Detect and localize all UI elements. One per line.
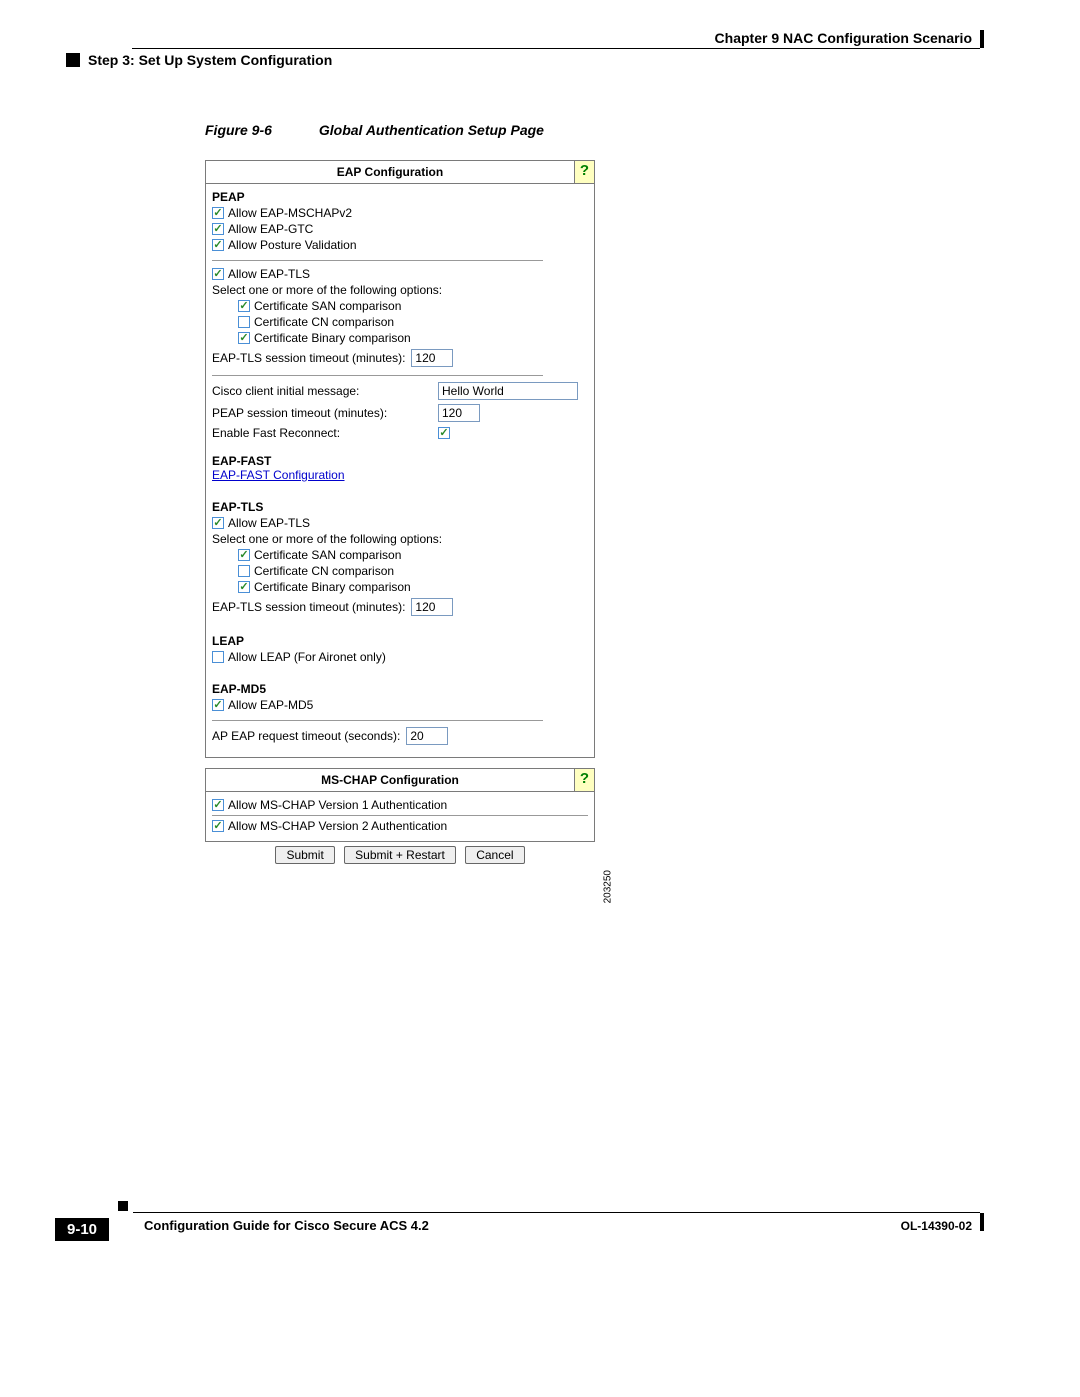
allow-mschapv2-label: Allow EAP-MSCHAPv2 xyxy=(228,206,352,220)
leap-allow-label: Allow LEAP (For Aironet only) xyxy=(228,650,386,664)
step-bullet xyxy=(66,53,80,67)
cisco-msg-input[interactable] xyxy=(438,382,578,400)
leap-allow-checkbox[interactable] xyxy=(212,651,224,663)
eaptls-cert-san-label: Certificate SAN comparison xyxy=(254,548,401,562)
eaptls-cert-bin-checkbox[interactable] xyxy=(238,581,250,593)
eaptls-cert-cn-checkbox[interactable] xyxy=(238,565,250,577)
page-number: 9-10 xyxy=(55,1218,109,1241)
action-button-row: Submit Submit + Restart Cancel xyxy=(205,846,595,864)
header-end-bar xyxy=(980,30,984,48)
peap-tls-select-hint: Select one or more of the following opti… xyxy=(212,283,588,297)
footer-end-bar xyxy=(980,1213,984,1231)
allow-gtc-label: Allow EAP-GTC xyxy=(228,222,313,236)
divider xyxy=(212,375,543,376)
peap-heading: PEAP xyxy=(212,190,588,204)
allow-posture-label: Allow Posture Validation xyxy=(228,238,357,252)
allow-posture-checkbox[interactable] xyxy=(212,239,224,251)
peap-tls-timeout-input[interactable] xyxy=(411,349,453,367)
peap-timeout-label: PEAP session timeout (minutes): xyxy=(212,406,432,420)
mschap-v2-checkbox[interactable] xyxy=(212,820,224,832)
chapter-title: Chapter 9 NAC Configuration Scenario xyxy=(715,30,972,46)
step-title: Step 3: Set Up System Configuration xyxy=(88,52,332,68)
eaptls-cert-bin-label: Certificate Binary comparison xyxy=(254,580,411,594)
eapfast-heading: EAP-FAST xyxy=(212,454,588,468)
peap-cert-cn-label: Certificate CN comparison xyxy=(254,315,394,329)
divider xyxy=(212,815,588,816)
fast-reconnect-label: Enable Fast Reconnect: xyxy=(212,426,432,440)
eapfast-config-link[interactable]: EAP-FAST Configuration xyxy=(212,468,345,482)
cisco-msg-label: Cisco client initial message: xyxy=(212,384,432,398)
peap-cert-san-checkbox[interactable] xyxy=(238,300,250,312)
mschap-panel-title: MS-CHAP Configuration xyxy=(206,769,574,791)
eaptls-allow-label: Allow EAP-TLS xyxy=(228,516,310,530)
peap-allow-eaptls-checkbox[interactable] xyxy=(212,268,224,280)
eap-panel-title: EAP Configuration xyxy=(206,161,574,183)
mschap-v1-label: Allow MS-CHAP Version 1 Authentication xyxy=(228,798,447,812)
fast-reconnect-checkbox[interactable] xyxy=(438,427,450,439)
peap-tls-timeout-label: EAP-TLS session timeout (minutes): xyxy=(212,351,405,365)
eapmd5-heading: EAP-MD5 xyxy=(212,682,588,696)
mschap-config-panel: MS-CHAP Configuration ? Allow MS-CHAP Ve… xyxy=(205,768,595,842)
eaptls-cert-cn-label: Certificate CN comparison xyxy=(254,564,394,578)
footer-bullet xyxy=(118,1201,128,1211)
eaptls-timeout-input[interactable] xyxy=(411,598,453,616)
figure-caption: Global Authentication Setup Page xyxy=(319,122,544,138)
mschap-v2-label: Allow MS-CHAP Version 2 Authentication xyxy=(228,819,447,833)
peap-timeout-input[interactable] xyxy=(438,404,480,422)
submit-restart-button[interactable]: Submit + Restart xyxy=(344,846,456,864)
peap-cert-san-label: Certificate SAN comparison xyxy=(254,299,401,313)
peap-cert-bin-checkbox[interactable] xyxy=(238,332,250,344)
peap-cert-bin-label: Certificate Binary comparison xyxy=(254,331,411,345)
eaptls-cert-san-checkbox[interactable] xyxy=(238,549,250,561)
header-rule xyxy=(132,48,980,49)
leap-heading: LEAP xyxy=(212,634,588,648)
help-icon[interactable]: ? xyxy=(574,769,594,791)
eaptls-heading: EAP-TLS xyxy=(212,500,588,514)
footer-rule xyxy=(133,1212,980,1213)
figure-label: Figure 9-6 xyxy=(205,122,315,138)
eapmd5-allow-label: Allow EAP-MD5 xyxy=(228,698,313,712)
footer-guide-title: Configuration Guide for Cisco Secure ACS… xyxy=(144,1218,429,1233)
ap-timeout-label: AP EAP request timeout (seconds): xyxy=(212,729,400,743)
eap-config-panel: EAP Configuration ? PEAP Allow EAP-MSCHA… xyxy=(205,160,595,758)
eaptls-allow-checkbox[interactable] xyxy=(212,517,224,529)
config-panel-group: EAP Configuration ? PEAP Allow EAP-MSCHA… xyxy=(205,160,595,864)
image-id: 203250 xyxy=(602,870,613,903)
peap-cert-cn-checkbox[interactable] xyxy=(238,316,250,328)
eaptls-select-hint: Select one or more of the following opti… xyxy=(212,532,588,546)
help-icon[interactable]: ? xyxy=(574,161,594,183)
allow-mschapv2-checkbox[interactable] xyxy=(212,207,224,219)
allow-gtc-checkbox[interactable] xyxy=(212,223,224,235)
ap-timeout-input[interactable] xyxy=(406,727,448,745)
divider xyxy=(212,720,543,721)
mschap-v1-checkbox[interactable] xyxy=(212,799,224,811)
doc-id: OL-14390-02 xyxy=(901,1219,972,1233)
eapmd5-allow-checkbox[interactable] xyxy=(212,699,224,711)
cancel-button[interactable]: Cancel xyxy=(465,846,524,864)
submit-button[interactable]: Submit xyxy=(275,846,334,864)
divider xyxy=(212,260,543,261)
eaptls-timeout-label: EAP-TLS session timeout (minutes): xyxy=(212,600,405,614)
peap-allow-eaptls-label: Allow EAP-TLS xyxy=(228,267,310,281)
